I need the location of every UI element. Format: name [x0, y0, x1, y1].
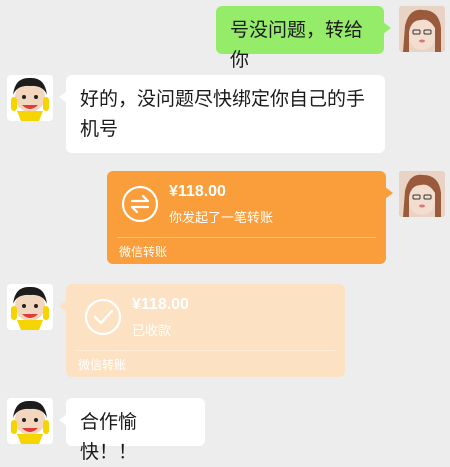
message-bubble-other[interactable]: 好的，没问题尽快绑定你自己的手 机号 — [59, 75, 385, 153]
transfer-arrows-icon — [121, 185, 159, 223]
message-bubble-other[interactable]: 合作愉快！！ — [59, 398, 205, 463]
message-text-line: 好的，没问题尽快绑定你自己的手 — [80, 88, 366, 110]
transfer-footer: 微信转账 — [78, 358, 127, 372]
transfer-status: 已收款 — [132, 324, 172, 339]
message-text: 合作愉快！！ — [80, 411, 138, 463]
message-bubble-self[interactable]: 号没问题，转给你 — [216, 6, 391, 71]
divider — [117, 237, 376, 238]
transfer-footer: 微信转账 — [119, 245, 168, 259]
check-circle-icon — [84, 298, 122, 336]
transfer-amount: ¥118.00 — [132, 296, 189, 313]
self-avatar[interactable] — [399, 171, 445, 217]
message-text: 号没问题，转给你 — [230, 19, 364, 71]
transfer-status: 你发起了一笔转账 — [169, 211, 274, 226]
transfer-card-received[interactable]: ¥118.00 已收款 微信转账 — [59, 284, 345, 377]
message-text-line: 机号 — [80, 118, 119, 140]
contact-avatar[interactable] — [7, 75, 53, 121]
transfer-amount: ¥118.00 — [169, 183, 226, 200]
transfer-card-sent[interactable]: ¥118.00 你发起了一笔转账 微信转账 — [107, 171, 393, 264]
self-avatar[interactable] — [399, 6, 445, 52]
contact-avatar[interactable] — [7, 398, 53, 444]
divider — [76, 350, 335, 351]
contact-avatar[interactable] — [7, 284, 53, 330]
